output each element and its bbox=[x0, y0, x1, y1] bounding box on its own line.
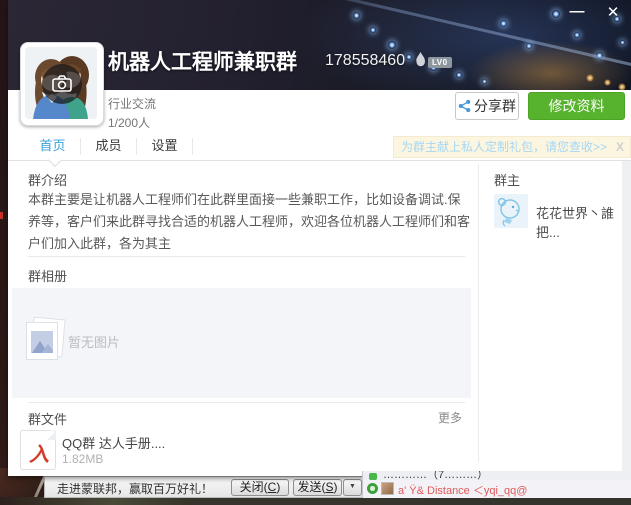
chat-close-button[interactable]: 关闭(C) bbox=[231, 479, 289, 496]
send-options-dropdown[interactable]: ▼ bbox=[343, 479, 362, 496]
chevron-down-icon: ▼ bbox=[349, 483, 356, 490]
section-divider bbox=[28, 256, 465, 257]
light-dot bbox=[500, 20, 507, 27]
share-group-button[interactable]: 分享群 bbox=[455, 92, 519, 120]
light-dot bbox=[620, 40, 625, 45]
chat-send-button[interactable]: 发送(S) bbox=[293, 479, 342, 496]
adobe-pdf-glyph: 入 bbox=[21, 438, 57, 467]
contact-row-text: a' Ÿ& Distance ＜yqi_qq@ bbox=[398, 482, 527, 498]
light-dot bbox=[456, 72, 462, 78]
warm-light-dot bbox=[618, 83, 626, 90]
contact-list-window: …………（7………） a' Ÿ& Distance ＜yqi_qq@ bbox=[362, 471, 631, 498]
ad-banner-text[interactable]: 走进蒙联邦，赢取百万好礼！ bbox=[57, 480, 213, 497]
minimize-button[interactable]: — bbox=[566, 3, 588, 20]
light-dot bbox=[388, 41, 396, 49]
status-icon bbox=[367, 483, 378, 494]
intro-heading: 群介绍 bbox=[28, 170, 67, 189]
member-count: 1/200人 bbox=[108, 114, 150, 131]
taskbar-strip bbox=[0, 497, 631, 505]
contact-row[interactable]: …………（7………） bbox=[363, 471, 631, 480]
qq-group-window: — ✕ bbox=[8, 0, 631, 476]
content-divider bbox=[478, 164, 479, 462]
contact-row-text: …………（7………） bbox=[383, 471, 488, 480]
file-name[interactable]: QQ群 达人手册.... bbox=[62, 433, 165, 452]
files-more-link[interactable]: 更多 bbox=[438, 409, 465, 426]
group-avatar[interactable] bbox=[20, 42, 104, 126]
gift-notice-text: 为群主献上私人定制礼包，请您查收>> bbox=[401, 140, 607, 154]
share-icon bbox=[458, 99, 471, 113]
album-empty-panel: 暂无图片 bbox=[12, 288, 471, 398]
share-button-label: 分享群 bbox=[474, 98, 516, 114]
chat-send-mnemonic: S bbox=[325, 480, 333, 494]
gift-notice-banner[interactable]: 为群主献上私人定制礼包，请您查收>> X bbox=[393, 136, 631, 158]
group-title: 机器人工程师兼职群 bbox=[108, 46, 297, 76]
chat-send-label-suffix: ) bbox=[334, 480, 338, 494]
tab-separator bbox=[192, 138, 193, 155]
screen: 走进蒙联邦，赢取百万好礼！ 关闭(C) 发送(S) ▼ …………（7………） a… bbox=[0, 0, 631, 505]
camera-icon[interactable] bbox=[42, 64, 82, 104]
owner-heading: 群主 bbox=[494, 170, 520, 189]
files-heading: 群文件 bbox=[28, 409, 67, 428]
level-badge: LV0 bbox=[428, 57, 452, 68]
chat-send-label: 发送( bbox=[297, 480, 325, 494]
intro-text: 本群主要是让机器人工程师们在此群里面接一些兼职工作，比如设备调试.保养等，客户们… bbox=[28, 189, 470, 255]
flame-icon bbox=[415, 52, 426, 72]
edit-profile-button[interactable]: 修改资料 bbox=[528, 92, 625, 120]
group-category: 行业交流 bbox=[108, 95, 156, 112]
notice-close-icon[interactable]: X bbox=[616, 137, 624, 157]
photo-placeholder-icon bbox=[26, 318, 64, 362]
bear-cartoon-icon bbox=[494, 194, 528, 228]
file-size: 1.82MB bbox=[62, 452, 103, 466]
light-dot bbox=[370, 27, 376, 33]
owner-name[interactable]: 花花世界丶誰把... bbox=[536, 203, 631, 241]
album-heading: 群相册 bbox=[28, 266, 67, 285]
tab-settings[interactable]: 设置 bbox=[137, 133, 192, 160]
album-empty-text: 暂无图片 bbox=[68, 332, 120, 351]
chat-close-label: 关闭( bbox=[240, 480, 268, 494]
tab-members[interactable]: 成员 bbox=[81, 133, 136, 160]
light-dot bbox=[596, 52, 603, 59]
close-button[interactable]: ✕ bbox=[602, 3, 624, 21]
owner-avatar[interactable] bbox=[494, 194, 528, 228]
light-dot bbox=[482, 79, 487, 84]
pdf-file-icon[interactable]: 入 bbox=[20, 430, 56, 470]
light-dot bbox=[574, 32, 580, 38]
group-number: 178558460 bbox=[325, 52, 405, 70]
warm-light-dot bbox=[604, 79, 611, 86]
contact-row[interactable]: a' Ÿ& Distance ＜yqi_qq@ bbox=[363, 480, 631, 498]
warm-light-dot bbox=[586, 74, 594, 82]
section-divider bbox=[28, 402, 465, 403]
group-icon bbox=[369, 473, 377, 480]
light-dot bbox=[406, 54, 412, 60]
contact-avatar bbox=[381, 482, 394, 495]
light-dot bbox=[552, 10, 560, 18]
chat-close-label-suffix: ) bbox=[276, 480, 280, 494]
light-dot bbox=[526, 43, 532, 49]
desktop-red-speck bbox=[0, 212, 3, 219]
light-dot bbox=[353, 12, 360, 19]
